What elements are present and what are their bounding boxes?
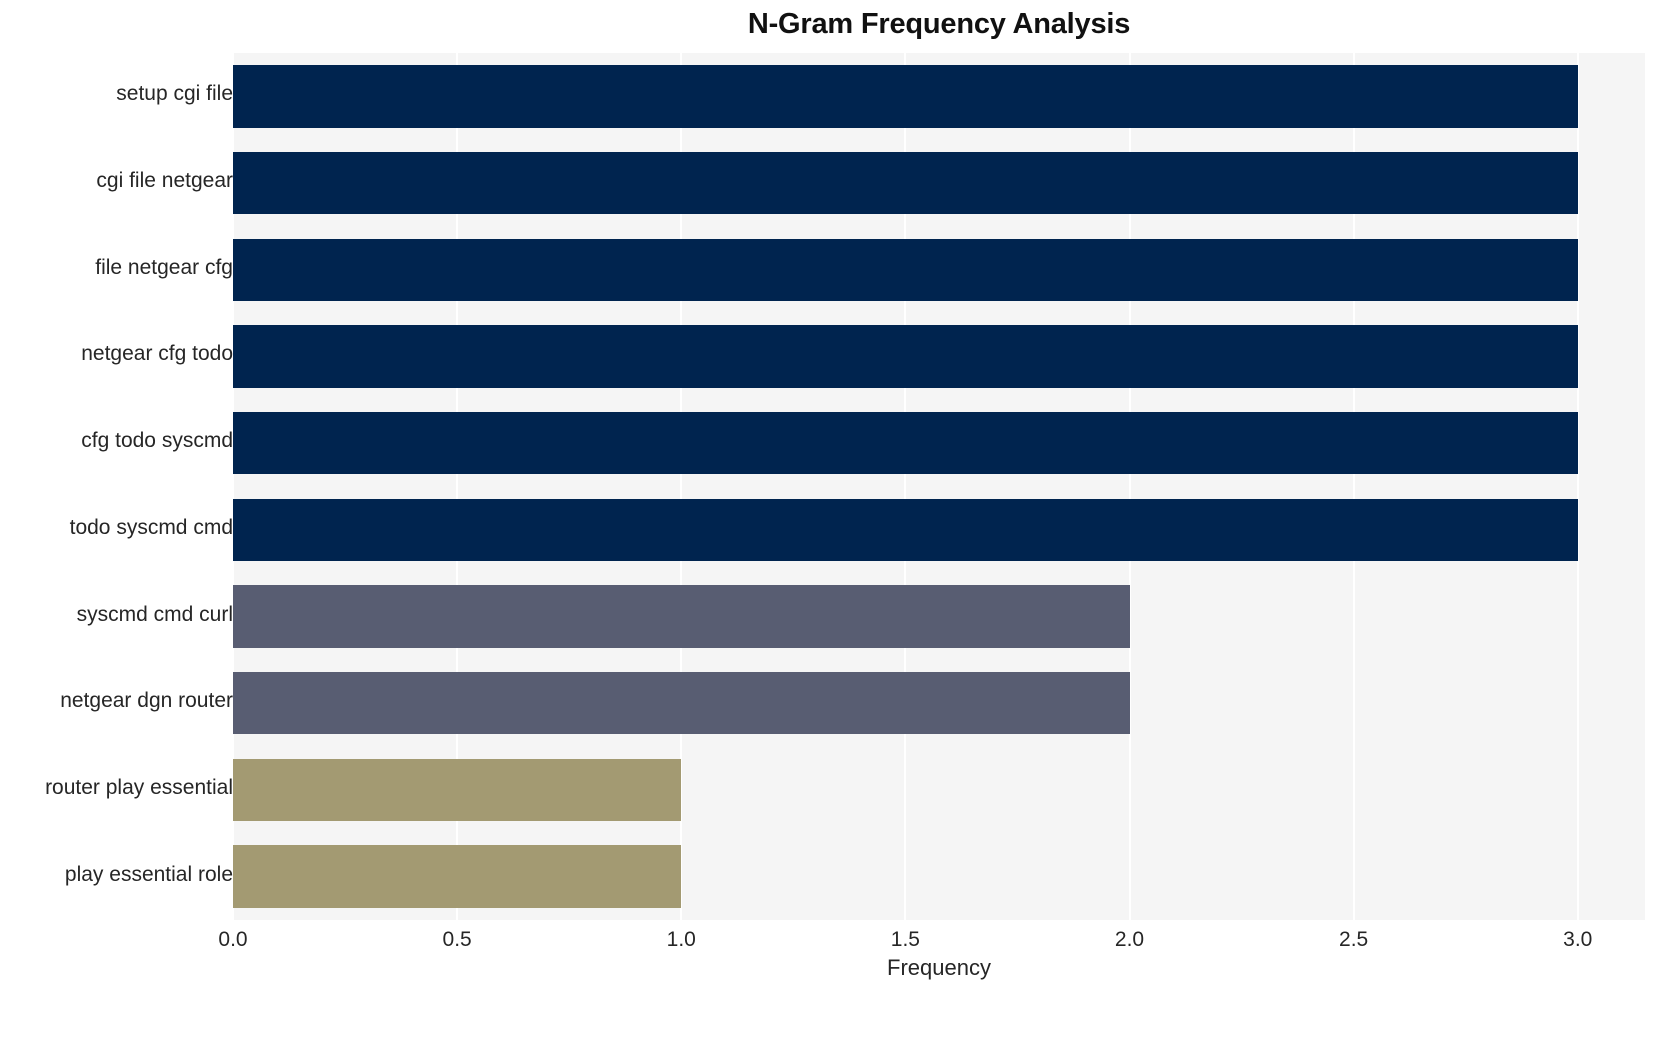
- chart-figure: N-Gram Frequency Analysis setup cgi file…: [0, 0, 1656, 1051]
- y-tick-label: netgear cfg todo: [81, 342, 233, 366]
- y-tick-label: cfg todo syscmd: [81, 429, 233, 453]
- bar-row: [233, 411, 1645, 475]
- bar-row: [233, 845, 1645, 908]
- x-tick-label: 0.0: [218, 928, 248, 951]
- bar-row: [233, 325, 1645, 388]
- y-tick-label: setup cgi file: [116, 82, 233, 106]
- y-tick-label: play essential role: [64, 862, 233, 886]
- y-tick-label: todo syscmd cmd: [69, 515, 233, 539]
- bar: [233, 758, 682, 822]
- chart-title: N-Gram Frequency Analysis: [747, 8, 1131, 40]
- bar-row: [233, 65, 1645, 128]
- bar: [233, 845, 682, 908]
- bar-row: [233, 758, 1645, 822]
- y-tick-label: netgear dgn router: [60, 689, 233, 713]
- x-tick-label: 0.5: [442, 928, 472, 951]
- x-tick-label: 1.5: [890, 928, 920, 951]
- y-tick-label: router play essential: [45, 775, 233, 799]
- bar: [233, 151, 1578, 215]
- x-tick-label: 2.5: [1339, 928, 1369, 951]
- x-axis-tick-labels: 0.0 0.5 1.0 1.5 2.0 2.5 3.0: [218, 920, 1645, 960]
- bar: [233, 585, 1130, 648]
- x-tick-label: 2.0: [1114, 928, 1145, 951]
- y-tick-label: cgi file netgear: [96, 169, 233, 193]
- x-tick-label: 1.0: [666, 928, 696, 951]
- y-tick-label: syscmd cmd curl: [76, 602, 233, 626]
- y-tick-label: file netgear cfg: [95, 255, 233, 279]
- bar-row: [233, 498, 1645, 562]
- bar-row: [233, 238, 1645, 301]
- bar-row: [233, 585, 1645, 648]
- y-axis-tick-labels: setup cgi file cgi file netgear file netge…: [0, 53, 233, 920]
- bar: [233, 238, 1578, 301]
- x-tick-label: 3.0: [1563, 928, 1593, 951]
- bar: [233, 672, 1130, 735]
- bar: [233, 498, 1578, 562]
- bar-row: [233, 672, 1645, 735]
- bar-row: [233, 151, 1645, 215]
- x-axis-label: Frequency: [887, 955, 991, 980]
- plot-area: [233, 53, 1645, 920]
- bar: [233, 65, 1578, 128]
- bar: [233, 325, 1578, 388]
- bar: [233, 411, 1578, 475]
